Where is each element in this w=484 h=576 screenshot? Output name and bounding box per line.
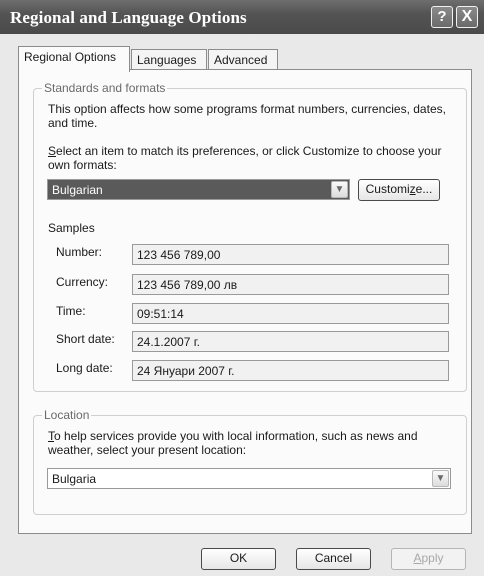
- sample-number-value: 123 456 789,00: [132, 244, 449, 265]
- apply-label-rest: pply: [421, 551, 444, 565]
- format-dropdown[interactable]: Bulgarian ▼: [47, 179, 350, 200]
- format-dropdown-value: Bulgarian: [52, 183, 103, 197]
- select-hotkey: S: [48, 144, 57, 158]
- standards-description: This option affects how some programs fo…: [48, 102, 446, 130]
- help-icon: ?: [437, 8, 447, 25]
- location-dropdown-value: Bulgaria: [52, 472, 97, 486]
- select-prompt-text: elect an item to match its preferences, …: [48, 144, 442, 172]
- customize-label-start: Customi: [365, 182, 410, 196]
- chevron-down-icon[interactable]: ▼: [432, 470, 449, 487]
- sample-short-date-value: 24.1.2007 г.: [132, 331, 449, 352]
- close-icon: X: [461, 8, 473, 25]
- standards-and-formats-group: Standards and formats This option affect…: [33, 81, 467, 392]
- format-select-prompt: Select an item to match its preferences,…: [48, 144, 458, 172]
- tab-languages[interactable]: Languages: [131, 49, 207, 70]
- dialog-buttons: OK Cancel Apply: [0, 540, 484, 576]
- chevron-down-icon[interactable]: ▼: [331, 181, 348, 198]
- sample-time-label: Time:: [56, 304, 86, 318]
- ok-button[interactable]: OK: [201, 548, 276, 570]
- close-button[interactable]: X: [456, 6, 478, 28]
- cancel-button[interactable]: Cancel: [296, 548, 371, 570]
- customize-button[interactable]: Customize...: [358, 179, 440, 201]
- customize-label-end: e...: [415, 182, 433, 196]
- standards-legend: Standards and formats: [42, 81, 168, 95]
- window-title: Regional and Language Options: [10, 8, 247, 27]
- apply-button[interactable]: Apply: [391, 548, 466, 570]
- location-group: Location To help services provide you wi…: [33, 408, 467, 515]
- sample-number-label: Number:: [56, 245, 103, 259]
- location-dropdown[interactable]: Bulgaria ▼: [47, 468, 451, 489]
- sample-long-date-label: Long date:: [56, 361, 113, 375]
- sample-currency-value: 123 456 789,00 лв: [132, 274, 449, 295]
- sample-long-date-value: 24 Януари 2007 г.: [132, 360, 449, 381]
- help-button[interactable]: ?: [431, 6, 453, 28]
- regional-options-panel: Standards and formats This option affect…: [18, 69, 472, 534]
- location-description: To help services provide you with local …: [48, 429, 458, 457]
- sample-short-date-label: Short date:: [56, 332, 115, 346]
- title-bar[interactable]: Regional and Language Options ? X: [0, 0, 484, 34]
- tab-advanced[interactable]: Advanced: [208, 49, 278, 70]
- regional-options-dialog: Regional and Language Options ? X Region…: [0, 0, 484, 576]
- location-description-text: o help services provide you with local i…: [48, 429, 418, 457]
- samples-heading: Samples: [48, 221, 95, 235]
- apply-hotkey: A: [413, 551, 422, 565]
- tab-regional-options[interactable]: Regional Options: [18, 46, 130, 72]
- location-legend: Location: [42, 408, 92, 422]
- sample-time-value: 09:51:14: [132, 303, 449, 324]
- sample-currency-label: Currency:: [56, 275, 109, 289]
